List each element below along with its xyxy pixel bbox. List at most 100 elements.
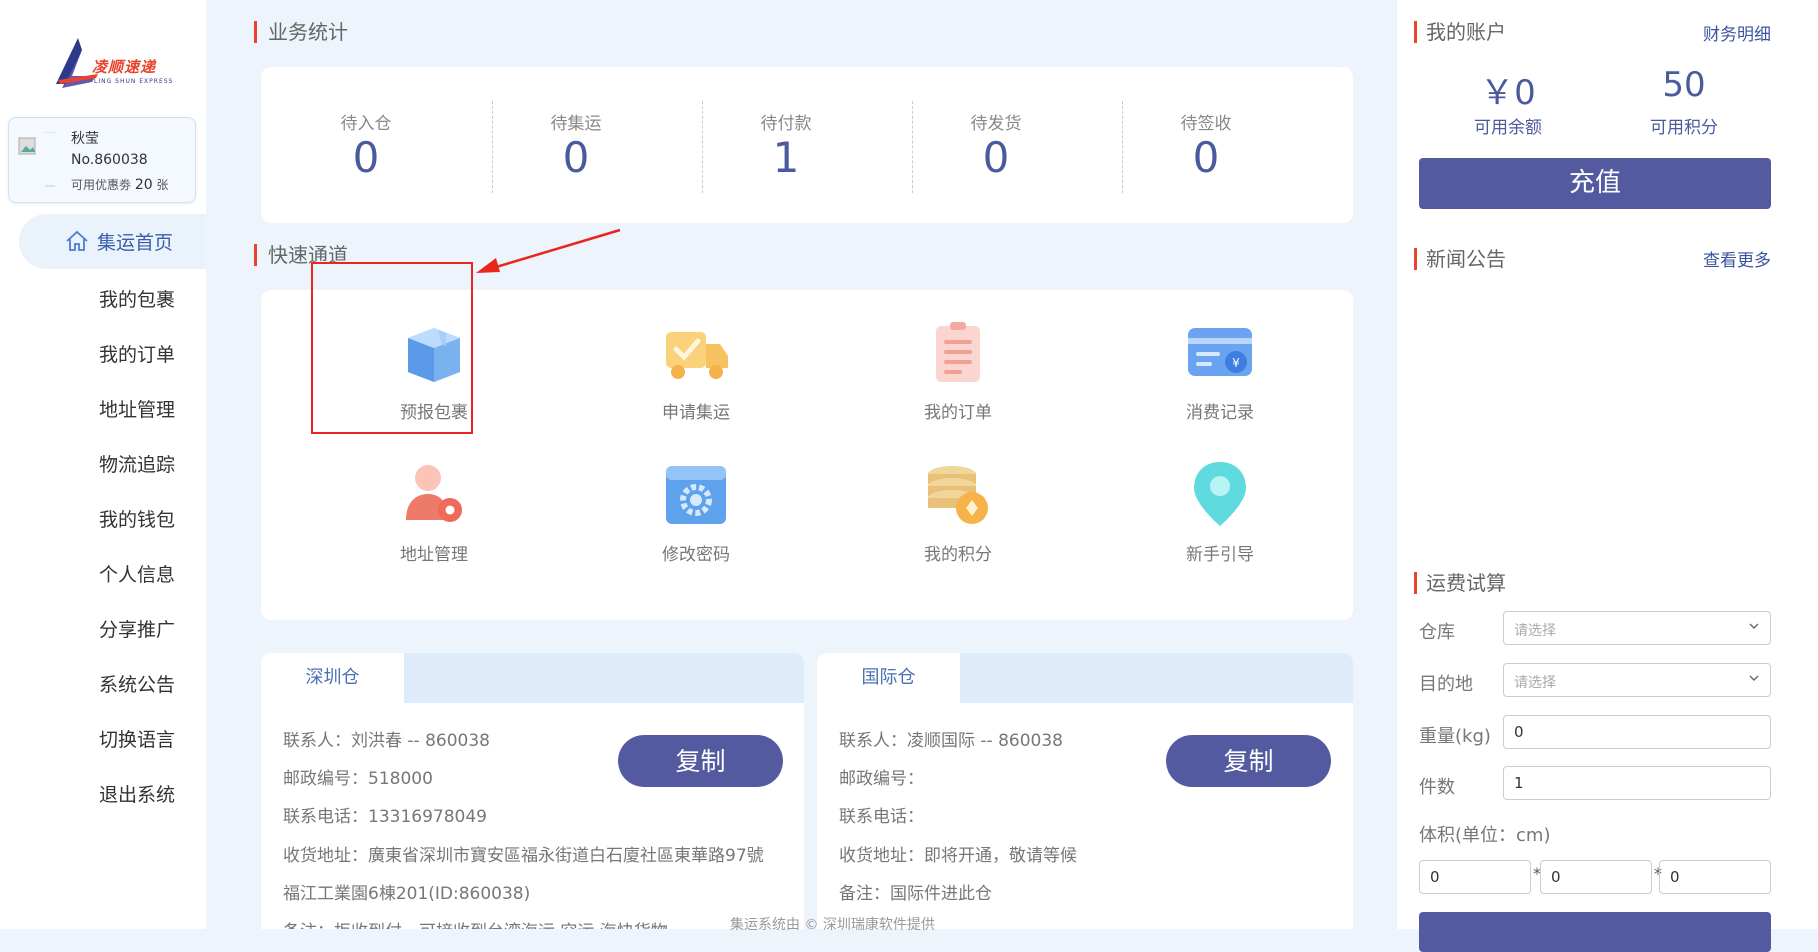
warehouse-card-international: 国际仓 联系人：凌顺国际 -- 860038 邮政编号： 联系电话： 收货地址：… <box>817 653 1353 929</box>
destination-label: 目的地 <box>1419 674 1473 695</box>
coin-stack-icon <box>928 466 988 524</box>
svg-text:¥: ¥ <box>1232 356 1240 370</box>
stat-label: 待签收 <box>1180 114 1232 134</box>
length-input[interactable]: 0 <box>1419 860 1531 894</box>
clipboard-list-icon <box>936 322 980 382</box>
quick-label: 我的订单 <box>924 403 992 423</box>
quick-label: 申请集运 <box>662 403 730 423</box>
balance-value: ￥0 <box>1480 73 1536 113</box>
view-more-link[interactable]: 查看更多 <box>1703 246 1771 271</box>
stat-pending-shipment[interactable]: 待发货 0 <box>891 67 1101 223</box>
nav-item-share[interactable]: 分享推广 <box>99 615 175 642</box>
stat-value: 0 <box>982 133 1010 182</box>
quick-label: 消费记录 <box>1186 403 1254 423</box>
warehouse-select[interactable]: 请选择 <box>1503 611 1771 645</box>
warehouse-select-placeholder: 请选择 <box>1514 623 1556 639</box>
warehouse-tabs: 深圳仓 <box>261 653 804 703</box>
home-icon <box>66 230 88 251</box>
finance-detail-link[interactable]: 财务明细 <box>1703 20 1771 45</box>
warehouse-phone: 联系电话：13316978049 <box>283 807 487 827</box>
coupon-count: 20 <box>134 177 153 193</box>
nav-item-logout[interactable]: 退出系统 <box>99 780 175 807</box>
quick-label: 地址管理 <box>400 545 468 565</box>
nav-item-tracking[interactable]: 物流追踪 <box>99 450 175 477</box>
stat-pending-receipt[interactable]: 待签收 0 <box>1101 67 1311 223</box>
avatar[interactable] <box>15 132 65 188</box>
nav-item-orders[interactable]: 我的订单 <box>99 340 175 367</box>
quick-apply-consolidation[interactable]: 申请集运 <box>616 316 776 436</box>
nav-item-wallet[interactable]: 我的钱包 <box>99 505 175 532</box>
calculate-button[interactable] <box>1419 912 1771 952</box>
stat-value: 0 <box>1192 133 1220 182</box>
stat-label: 待付款 <box>760 114 812 134</box>
warehouse-address-line2: 福江工業園6棟201(ID:860038) <box>283 884 531 904</box>
count-input[interactable]: 1 <box>1503 766 1771 800</box>
copy-button[interactable]: 复制 <box>1166 735 1331 787</box>
location-pin-icon <box>1194 462 1246 526</box>
nav-item-packages[interactable]: 我的包裹 <box>99 285 175 312</box>
destination-select[interactable]: 请选择 <box>1503 663 1771 697</box>
news-title: 新闻公告 <box>1414 248 1506 270</box>
quick-my-orders[interactable]: 我的订单 <box>878 316 1038 436</box>
weight-label: 重量(kg) <box>1419 726 1491 747</box>
volume-label: 体积(单位：cm) <box>1419 825 1551 846</box>
stat-pending-consolidation[interactable]: 待集运 0 <box>471 67 681 223</box>
copy-button[interactable]: 复制 <box>618 735 783 787</box>
footer-text: 集运系统由 © 深圳瑞康软件提供 <box>730 917 935 933</box>
points-value: 50 <box>1662 65 1706 105</box>
coupon-suffix: 张 <box>156 178 169 192</box>
weight-input[interactable]: 0 <box>1503 715 1771 749</box>
sidebar: 凌顺速递 LING SHUN EXPRESS 秋莹 No.860038 可用优惠… <box>0 0 206 929</box>
calc-title: 运费试算 <box>1414 572 1506 594</box>
stat-value: 1 <box>772 133 800 182</box>
tab-shenzhen-warehouse[interactable]: 深圳仓 <box>261 653 404 703</box>
coupon-prefix: 可用优惠劵 <box>71 178 132 192</box>
delivery-truck-icon <box>666 332 728 379</box>
chevron-down-icon <box>1749 675 1759 681</box>
warehouse-address: 收货地址：廣東省深圳市寶安區福永街道白石廈社區東華路97號 <box>283 846 764 866</box>
quick-address-management[interactable]: 地址管理 <box>354 458 514 578</box>
warehouse-postcode: 邮政编号：518000 <box>283 769 433 789</box>
points-label: 可用积分 <box>1650 118 1718 138</box>
balance-label: 可用余额 <box>1474 118 1542 138</box>
width-input[interactable]: 0 <box>1540 860 1652 894</box>
nav-item-home-label: 集运首页 <box>97 232 174 254</box>
quick-spending-records[interactable]: ¥ 消费记录 <box>1140 316 1300 436</box>
nav-item-language[interactable]: 切换语言 <box>99 725 175 752</box>
account-title: 我的账户 <box>1414 21 1506 43</box>
brand-subtitle: LING SHUN EXPRESS <box>94 78 174 85</box>
stat-label: 待入仓 <box>340 114 392 134</box>
stat-pending-warehouse[interactable]: 待入仓 0 <box>261 67 471 223</box>
warehouse-address: 收货地址：即将开通，敬请等候 <box>839 846 1077 866</box>
stat-label: 待发货 <box>970 114 1022 134</box>
stat-label: 待集运 <box>550 114 602 134</box>
payment-card-icon: ¥ <box>1188 328 1252 376</box>
stat-pending-payment[interactable]: 待付款 1 <box>681 67 891 223</box>
user-name: 秋莹 <box>71 131 99 147</box>
chevron-down-icon <box>1749 623 1759 629</box>
tab-international-warehouse[interactable]: 国际仓 <box>817 653 960 703</box>
quick-label: 修改密码 <box>662 545 730 565</box>
warehouse-phone: 联系电话： <box>839 807 924 827</box>
recharge-button[interactable]: 充值 <box>1419 158 1771 209</box>
nav-item-address[interactable]: 地址管理 <box>99 395 175 422</box>
stat-value: 0 <box>562 133 590 182</box>
user-coupon[interactable]: 可用优惠劵 20 张 <box>71 176 169 193</box>
nav-item-profile[interactable]: 个人信息 <box>99 560 175 587</box>
user-settings-icon <box>406 465 462 522</box>
quick-my-points[interactable]: 我的积分 <box>878 458 1038 578</box>
brand-logo[interactable]: 凌顺速递 LING SHUN EXPRESS <box>52 36 174 92</box>
warehouse-card-shenzhen: 深圳仓 联系人：刘洪春 -- 860038 邮政编号：518000 联系电话：1… <box>261 653 804 929</box>
quick-change-password[interactable]: 修改密码 <box>616 458 776 578</box>
height-input[interactable]: 0 <box>1659 860 1771 894</box>
nav-item-home[interactable]: 集运首页 <box>19 214 206 269</box>
warehouse-contact: 联系人：刘洪春 -- 860038 <box>283 731 490 751</box>
quick-beginner-guide[interactable]: 新手引导 <box>1140 458 1300 578</box>
stats-card: 待入仓 0 待集运 0 待付款 1 待发货 0 待签收 0 <box>261 67 1353 223</box>
annotation-arrow-icon <box>476 228 621 273</box>
warehouse-label: 仓库 <box>1419 622 1455 643</box>
quick-label: 新手引导 <box>1186 545 1254 565</box>
right-panel: 我的账户 财务明细 ￥0 可用余额 50 可用积分 充值 新闻公告 查看更多 运… <box>1397 0 1818 952</box>
brand-name: 凌顺速递 <box>92 58 157 76</box>
nav-item-announcements[interactable]: 系统公告 <box>99 670 175 697</box>
